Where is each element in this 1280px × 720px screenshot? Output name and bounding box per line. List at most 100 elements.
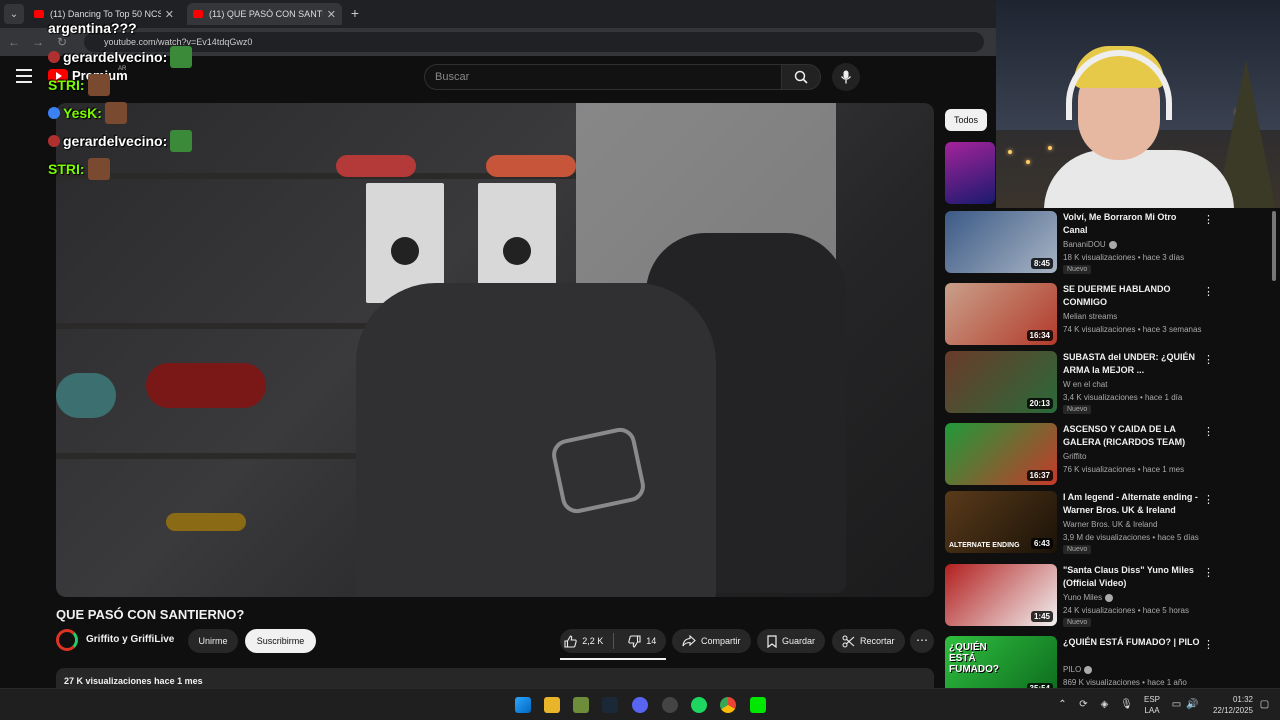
like-button[interactable]: 2,2 K [560,629,608,653]
tab-search-button[interactable]: ⌄ [4,4,24,24]
file-explorer-icon[interactable] [544,697,560,713]
recommendation-title: SUBASTA del UNDER: ¿QUIÉN ARMA la MEJOR … [1063,352,1196,375]
kick-icon[interactable] [750,697,766,713]
channel-name[interactable]: Griffito y GriffiLive [86,634,174,645]
video-thumbnail: 20:13 [945,351,1057,413]
emote-icon [104,102,127,124]
back-arrow-icon[interactable]: ← [6,34,22,50]
recommendation-item[interactable]: 1:45 "Santa Claus Diss" Yuno Miles (Offi… [945,564,1265,628]
subscribe-button[interactable]: Suscribirme [245,629,316,653]
search-input[interactable]: Buscar [424,64,782,90]
filter-chip-all[interactable]: Todos [945,109,988,131]
video-thumbnail: 1:45 [945,564,1057,626]
kebab-menu-icon[interactable]: ⋮ [1203,285,1214,298]
sync-icon[interactable]: ⟳ [1077,698,1090,711]
chat-message: gerardelvecino: [48,46,193,68]
recommendation-item[interactable]: ALTERNATE ENDING 6:43 I Am legend - Alte… [945,491,1265,555]
verified-icon [1105,593,1114,602]
video-thumbnail: 16:34 [945,283,1057,345]
recommendation-channel: Melian streams [1063,312,1118,321]
search-placeholder: Buscar [435,71,470,83]
chat-message: STRI: [48,158,110,180]
user-badge-icon [48,107,60,119]
spotify-icon[interactable] [691,697,707,713]
page-scrollbar[interactable] [1270,211,1278,720]
windows-start-icon[interactable] [515,697,531,713]
clip-button[interactable]: Recortar [832,629,905,653]
hamburger-menu-icon[interactable] [16,69,32,83]
verified-icon [1108,240,1117,249]
scissors-icon [842,635,855,647]
obs-icon[interactable] [662,697,678,713]
thumbnail-overlay-text: ALTERNATE ENDING [949,542,1020,549]
notifications-icon[interactable]: ▢ [1258,698,1271,711]
pepe-emote-icon [170,130,193,152]
kebab-menu-icon[interactable]: ⋮ [1203,213,1214,226]
chat-message: gerardelvecino: [48,130,193,152]
tray-overflow-icon[interactable]: ⌃ [1056,698,1069,711]
recommendation-channel: BananiDOU [1063,240,1117,249]
kebab-menu-icon[interactable]: ⋮ [1203,493,1214,506]
screen: ⌄ (11) Dancing To Top 50 NCS So ✕ (11) Q… [0,0,1280,720]
duration-badge: 16:34 [1026,330,1053,341]
voice-search-button[interactable] [832,63,860,91]
recommendation-meta: 74 K visualizaciones • hace 3 semanas [1063,325,1202,334]
recommendation-item[interactable]: 16:37 ASCENSO Y CAIDA DE LA GALERA (RICA… [945,423,1265,487]
kebab-menu-icon[interactable]: ⋮ [1203,566,1214,579]
volume-icon[interactable]: 🔊 [1186,698,1199,711]
minecraft-icon[interactable] [573,697,589,713]
clip-label: Recortar [860,636,895,646]
save-button[interactable]: Guardar [757,629,826,653]
duration-badge: 6:43 [1030,538,1053,549]
bookmark-icon [767,634,777,648]
app-tray-icon[interactable]: ◈ [1098,698,1111,711]
discord-icon[interactable] [632,697,648,713]
thumbs-up-icon [564,634,577,648]
recommendation-channel: Griffito [1063,452,1087,461]
emote-icon [87,74,110,96]
save-label: Guardar [782,636,816,646]
video-frame-shelf [56,453,386,459]
recommendation-title: ASCENSO Y CAIDA DE LA GALERA (RICARDOS T… [1063,424,1186,447]
upload-date: hace 1 mes [154,676,203,686]
duration-badge: 1:45 [1030,611,1053,622]
search-button[interactable] [781,64,821,90]
microphone-tray-icon[interactable]: 🎙 [1120,698,1133,711]
forward-arrow-icon[interactable]: → [30,34,46,50]
string-light [1026,160,1030,164]
duration-badge: 20:13 [1026,398,1053,409]
network-icon[interactable]: ▭ [1170,698,1183,711]
recommendation-title: ¿QUIÉN ESTÁ FUMADO? | PILO [1063,637,1200,647]
scrollbar-thumb[interactable] [1272,211,1276,281]
dislike-button[interactable]: 14 [619,629,667,653]
short-thumbnail[interactable] [945,142,995,204]
video-frame-shoe [56,373,116,418]
channel-avatar[interactable] [56,629,78,651]
string-light [1008,150,1012,154]
share-button[interactable]: Compartir [672,629,751,653]
recommendation-channel: Warner Bros. UK & Ireland [1063,520,1158,529]
recommendation-title: Volví, Me Borraron Mi Otro Canal [1063,212,1177,235]
video-frame-shoe [146,363,266,408]
more-actions-button[interactable]: ⋯ [910,629,934,653]
new-tab-button[interactable]: + [346,4,364,22]
recommendation-item[interactable]: 16:34 SE DUERME HABLANDO CONMIGO Melian … [945,283,1265,347]
recommendation-item[interactable]: 8:45 Volví, Me Borraron Mi Otro Canal Ba… [945,211,1265,275]
join-button[interactable]: Unirme [188,629,238,653]
like-count: 2,2 K [582,636,604,646]
chat-message: YesK: [48,102,127,124]
recommendation-item[interactable]: 20:13 SUBASTA del UNDER: ¿QUIÉN ARMA la … [945,351,1265,415]
chrome-icon[interactable] [720,697,736,713]
chat-message: STRI: [48,74,110,96]
share-label: Compartir [701,636,741,646]
input-language[interactable]: ESP LAA [1140,694,1164,716]
system-clock[interactable]: 01:32 22/12/2025 [1205,694,1253,716]
recommendation-title: "Santa Claus Diss" Yuno Miles (Official … [1063,565,1194,588]
kebab-menu-icon[interactable]: ⋮ [1203,638,1214,651]
kebab-menu-icon[interactable]: ⋮ [1203,425,1214,438]
recommendation-title: I Am legend - Alternate ending - Warner … [1063,492,1198,515]
kebab-menu-icon[interactable]: ⋮ [1203,353,1214,366]
steam-icon[interactable] [602,697,618,713]
recommendation-meta: 3,4 K visualizaciones • hace 1 día [1063,393,1183,402]
string-light [1048,146,1052,150]
